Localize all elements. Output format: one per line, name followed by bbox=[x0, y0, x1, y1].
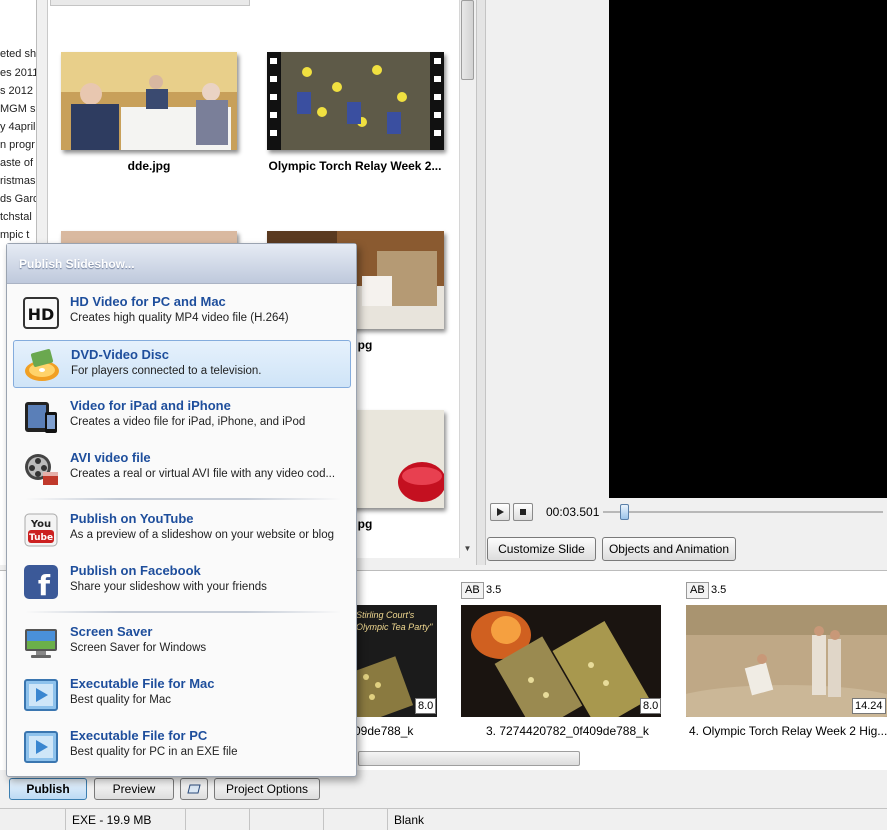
playback-track[interactable] bbox=[603, 511, 883, 513]
svg-text:HD: HD bbox=[28, 305, 55, 324]
tree-item[interactable]: tchstal bbox=[0, 210, 32, 224]
menu-item-subtitle: Creates a video file for iPad, iPhone, a… bbox=[70, 416, 306, 428]
publish-button[interactable]: Publish bbox=[9, 778, 87, 800]
publish-menu: Publish Slideshow... HD HD Video for PC … bbox=[6, 243, 357, 777]
tree-item[interactable]: mpic t bbox=[0, 228, 29, 242]
ipad-icon bbox=[25, 402, 57, 433]
svg-text:Tube: Tube bbox=[29, 533, 53, 543]
menu-item-subtitle: Screen Saver for Windows bbox=[70, 642, 207, 654]
facebook-icon: f bbox=[24, 565, 58, 599]
status-cell bbox=[0, 809, 66, 830]
menu-item-facebook[interactable]: f Publish on Facebook Share your slidesh… bbox=[13, 557, 351, 605]
slide-duration[interactable]: 8.0 bbox=[415, 698, 437, 714]
menu-item-subtitle: For players connected to a television. bbox=[71, 365, 262, 377]
slide-caption[interactable]: 09de788_k bbox=[354, 724, 413, 738]
scroll-down-arrow-icon[interactable]: ▼ bbox=[462, 544, 473, 556]
tree-item[interactable]: aste of bbox=[0, 156, 33, 170]
publish-menu-header: Publish Slideshow... bbox=[7, 244, 356, 284]
transition-duration[interactable]: 3.5 bbox=[711, 584, 726, 596]
menu-item-dvd[interactable]: DVD-Video Disc For players connected to … bbox=[13, 340, 351, 388]
stop-button[interactable] bbox=[513, 503, 533, 521]
slide-caption[interactable]: 3. 7274420782_0f409de788_k bbox=[486, 724, 649, 738]
folder-path-field[interactable] bbox=[50, 0, 250, 6]
file-thumbnail-olympic-torch[interactable] bbox=[267, 52, 444, 150]
file-label[interactable]: dde.jpg bbox=[54, 159, 244, 173]
tree-item[interactable]: ristmas bbox=[0, 174, 35, 188]
menu-item-subtitle: Creates a real or virtual AVI file with … bbox=[70, 468, 336, 480]
transition-badge[interactable]: AB bbox=[686, 582, 709, 599]
stop-icon bbox=[520, 509, 526, 515]
menu-item-subtitle: Best quality for PC in an EXE file bbox=[70, 746, 238, 758]
play-button[interactable] bbox=[490, 503, 510, 521]
slide-duration[interactable]: 8.0 bbox=[640, 698, 662, 714]
tree-item[interactable]: y 4april bbox=[0, 120, 35, 134]
youtube-icon: You Tube bbox=[24, 513, 58, 547]
menu-item-exe-mac[interactable]: Executable File for Mac Best quality for… bbox=[13, 670, 351, 718]
playback-time: 00:03.501 bbox=[546, 505, 600, 519]
status-cell bbox=[250, 809, 324, 830]
menu-item-screen-saver[interactable]: Screen Saver Screen Saver for Windows bbox=[13, 618, 351, 666]
slide-caption[interactable]: 4. Olympic Torch Relay Week 2 Hig... bbox=[689, 724, 887, 738]
status-bar: EXE - 19.9 MB Blank bbox=[0, 808, 887, 830]
menu-item-title: Executable File for PC bbox=[70, 728, 208, 743]
menu-item-exe-pc[interactable]: Executable File for PC Best quality for … bbox=[13, 722, 351, 770]
hd-icon: HD bbox=[23, 297, 59, 329]
customize-slide-button[interactable]: Customize Slide bbox=[487, 537, 596, 561]
screen-icon bbox=[187, 784, 201, 794]
menu-item-title: HD Video for PC and Mac bbox=[70, 294, 226, 309]
playback-slider-handle[interactable] bbox=[620, 504, 629, 520]
svg-text:f: f bbox=[38, 569, 51, 599]
menu-item-ipad[interactable]: Video for iPad and iPhone Creates a vide… bbox=[13, 392, 351, 440]
menu-item-title: Screen Saver bbox=[70, 624, 153, 639]
menu-item-youtube[interactable]: You Tube Publish on YouTube As a preview … bbox=[13, 505, 351, 553]
video-preview bbox=[609, 0, 887, 498]
project-options-button[interactable]: Project Options bbox=[214, 778, 320, 800]
menu-item-subtitle: Creates high quality MP4 video file (H.2… bbox=[70, 312, 289, 324]
tree-item[interactable]: MGM s bbox=[0, 102, 35, 116]
menu-separator bbox=[25, 611, 341, 613]
slideshow-mode-button[interactable] bbox=[180, 778, 208, 800]
dvd-icon bbox=[25, 349, 59, 381]
menu-item-title: Publish on Facebook bbox=[70, 563, 201, 578]
play-file-icon bbox=[24, 731, 58, 763]
status-cell bbox=[186, 809, 250, 830]
slide-image-text: Stirling Court's Olympic Tea Party" bbox=[356, 610, 433, 632]
menu-item-subtitle: Share your slideshow with your friends bbox=[70, 581, 267, 593]
menu-item-hd-video[interactable]: HD HD Video for PC and Mac Creates high … bbox=[13, 288, 351, 336]
menu-item-subtitle: Best quality for Mac bbox=[70, 694, 171, 706]
tree-item[interactable]: n progr bbox=[0, 138, 35, 152]
play-icon bbox=[497, 508, 504, 516]
transition-badge[interactable]: AB bbox=[461, 582, 484, 599]
menu-item-subtitle: As a preview of a slideshow on your webs… bbox=[70, 529, 335, 541]
menu-item-title: Executable File for Mac bbox=[70, 676, 215, 691]
file-thumbnail-dde[interactable] bbox=[61, 52, 237, 150]
output-size: EXE - 19.9 MB bbox=[66, 809, 186, 830]
slide-thumbnail[interactable] bbox=[461, 605, 661, 717]
status-cell bbox=[324, 809, 388, 830]
tree-item[interactable]: es 2011 bbox=[0, 66, 36, 80]
film-reel-icon bbox=[25, 454, 58, 485]
menu-item-title: DVD-Video Disc bbox=[71, 347, 170, 362]
scrollbar-thumb[interactable] bbox=[461, 0, 474, 80]
slide-duration[interactable]: 14.24 bbox=[852, 698, 886, 714]
menu-separator bbox=[25, 498, 341, 500]
transition-duration[interactable]: 3.5 bbox=[486, 584, 501, 596]
tree-item[interactable]: ds Gard bbox=[0, 192, 36, 206]
objects-animation-button[interactable]: Objects and Animation bbox=[602, 537, 736, 561]
svg-text:You: You bbox=[30, 519, 51, 530]
preview-button[interactable]: Preview bbox=[94, 778, 174, 800]
menu-item-title: Publish on YouTube bbox=[70, 511, 194, 526]
file-label[interactable]: Olympic Torch Relay Week 2... bbox=[260, 159, 450, 173]
file-browser-scrollbar[interactable] bbox=[459, 0, 476, 558]
menu-item-title: AVI video file bbox=[70, 450, 151, 465]
splitter[interactable] bbox=[476, 0, 486, 565]
monitor-icon bbox=[25, 629, 57, 658]
tree-item[interactable]: eted sh bbox=[0, 47, 36, 61]
theme-name: Blank bbox=[394, 813, 425, 827]
timeline-scrollbar-thumb[interactable] bbox=[358, 751, 580, 766]
play-file-icon bbox=[24, 679, 58, 711]
menu-item-avi[interactable]: AVI video file Creates a real or virtual… bbox=[13, 444, 351, 492]
menu-item-title: Video for iPad and iPhone bbox=[70, 398, 231, 413]
tree-item[interactable]: s 2012 bbox=[0, 84, 33, 98]
